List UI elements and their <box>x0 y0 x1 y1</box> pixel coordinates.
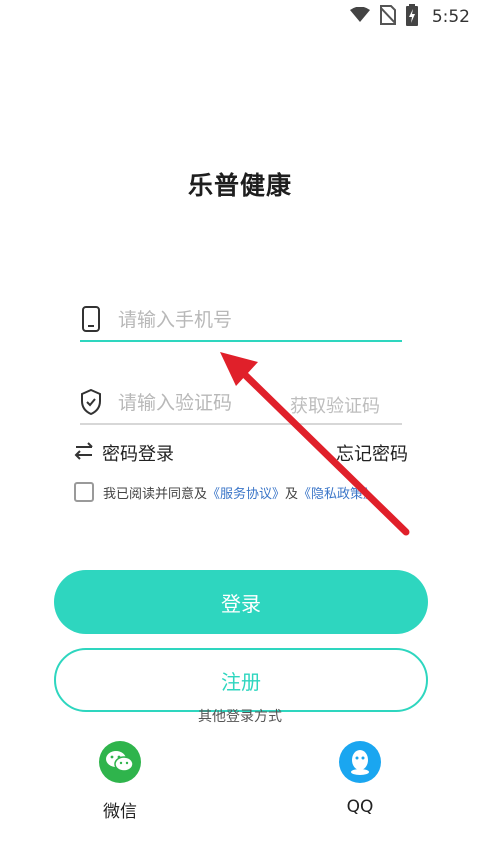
service-agreement-link[interactable]: 《服务协议》 <box>207 483 285 502</box>
phone-underline <box>80 340 402 342</box>
code-underline <box>80 423 402 425</box>
swap-arrows-icon <box>74 441 94 466</box>
wechat-icon <box>99 741 141 783</box>
phone-icon <box>80 306 102 332</box>
forgot-password-link[interactable]: 忘记密码 <box>336 440 408 466</box>
phone-input[interactable] <box>118 298 398 342</box>
status-icons: 5:52 <box>349 4 470 30</box>
login-button[interactable]: 登录 <box>54 570 428 634</box>
password-login-label: 密码登录 <box>102 444 174 465</box>
agreement-prefix: 我已阅读并同意及 <box>103 486 208 502</box>
qq-icon <box>339 741 381 783</box>
register-button[interactable]: 注册 <box>54 648 428 712</box>
status-time: 5:52 <box>431 7 470 27</box>
battery-charging-icon <box>405 4 418 30</box>
wechat-login[interactable]: 微信 <box>80 741 160 822</box>
qq-label: QQ <box>346 797 374 817</box>
shield-check-icon <box>80 388 102 416</box>
privacy-policy-link[interactable]: 《隐私政策》 <box>298 483 376 502</box>
password-login-link[interactable]: 密码登录 <box>74 440 174 466</box>
no-sim-icon <box>379 5 397 29</box>
wechat-label: 微信 <box>103 802 137 822</box>
agreement-and: 及 <box>285 486 299 502</box>
other-login-title: 其他登录方式 <box>198 709 282 725</box>
qq-login[interactable]: QQ <box>320 741 400 817</box>
wifi-icon <box>349 6 370 27</box>
status-bar: 5:52 <box>0 0 480 34</box>
code-field[interactable]: 获取验证码 <box>80 381 402 425</box>
code-input[interactable] <box>118 381 278 425</box>
agreement-checkbox[interactable] <box>74 482 94 502</box>
login-options-row: 密码登录 忘记密码 <box>74 440 408 466</box>
app-title: 乐普健康 <box>187 171 292 200</box>
agreement-row: 我已阅读并同意及 《服务协议》 及 《隐私政策》 <box>74 482 414 502</box>
phone-field[interactable] <box>80 298 402 342</box>
get-code-button[interactable]: 获取验证码 <box>290 392 380 418</box>
